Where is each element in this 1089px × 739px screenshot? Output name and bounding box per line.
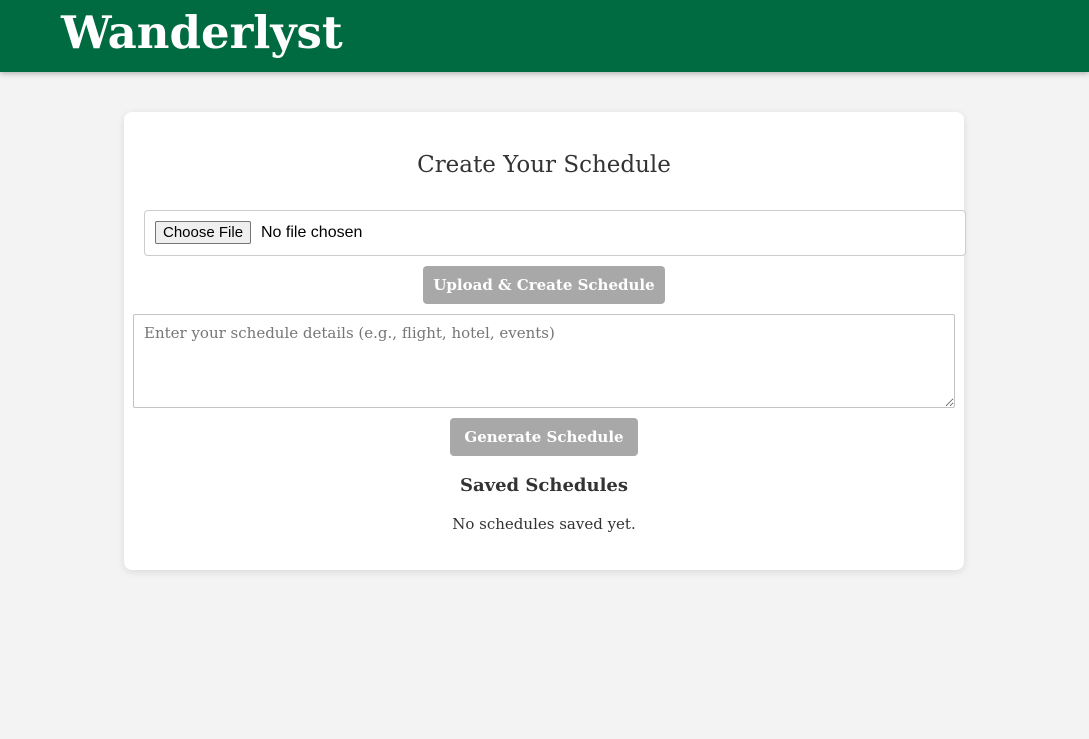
- file-status-text: No file chosen: [261, 224, 363, 241]
- saved-schedules-empty-text: No schedules saved yet.: [452, 515, 636, 533]
- file-upload-field[interactable]: Choose File No file chosen: [144, 210, 966, 256]
- upload-create-schedule-button[interactable]: Upload & Create Schedule: [423, 266, 665, 304]
- schedule-details-input[interactable]: [133, 314, 955, 408]
- page-title: Create Your Schedule: [417, 152, 671, 178]
- choose-file-button[interactable]: Choose File: [155, 221, 252, 244]
- saved-schedules-heading: Saved Schedules: [459, 475, 629, 496]
- generate-schedule-button[interactable]: Generate Schedule: [450, 418, 638, 456]
- site-header: Wanderlyst: [0, 0, 1089, 72]
- schedule-card: Create Your Schedule Choose File No file…: [124, 112, 966, 570]
- brand-logo-text[interactable]: Wanderlyst: [61, 4, 343, 62]
